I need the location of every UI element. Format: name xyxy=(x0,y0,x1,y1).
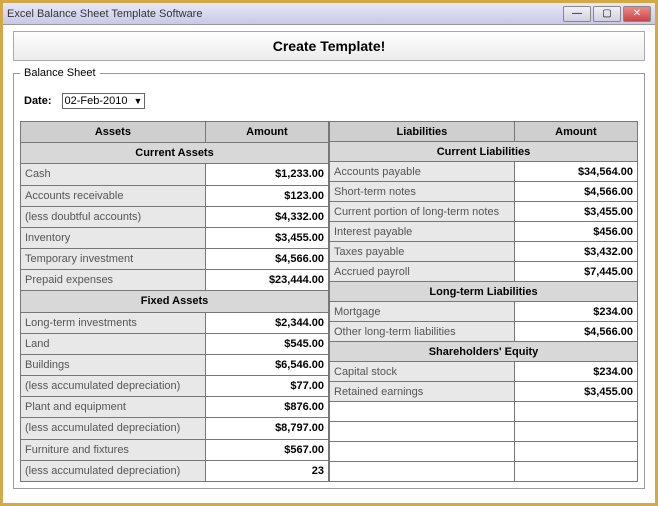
table-row xyxy=(330,422,638,442)
liabilities-header: Liabilities xyxy=(330,122,515,142)
table-row: Inventory$3,455.00 xyxy=(21,227,329,248)
chevron-down-icon: ▼ xyxy=(134,96,143,106)
table-row: Mortgage$234.00 xyxy=(330,302,638,322)
amount-header: Amount xyxy=(205,122,328,143)
table-row: Taxes payable$3,432.00 xyxy=(330,242,638,262)
table-row: Accounts receivable$123.00 xyxy=(21,185,329,206)
assets-header: Assets xyxy=(21,122,206,143)
window-title: Excel Balance Sheet Template Software xyxy=(7,8,202,20)
date-value: 02-Feb-2010 xyxy=(65,95,128,107)
date-label: Date: xyxy=(24,95,52,107)
table-row: Prepaid expenses$23,444.00 xyxy=(21,270,329,291)
table-row: Land$545.00 xyxy=(21,333,329,354)
table-row: Capital stock$234.00 xyxy=(330,362,638,382)
balance-sheet-fieldset: Balance Sheet Date: 02-Feb-2010 ▼ Assets… xyxy=(13,67,645,489)
table-row: Interest payable$456.00 xyxy=(330,222,638,242)
table-row: (less accumulated depreciation)$77.00 xyxy=(21,376,329,397)
table-row: Plant and equipment$876.00 xyxy=(21,397,329,418)
fixed-assets-header: Fixed Assets xyxy=(21,291,329,312)
table-row: Retained earnings$3,455.00 xyxy=(330,382,638,402)
table-row: Buildings$6,546.00 xyxy=(21,354,329,375)
table-row xyxy=(330,402,638,422)
content-area: Create Template! Balance Sheet Date: 02-… xyxy=(3,25,655,499)
table-row: Other long-term liabilities$4,566.00 xyxy=(330,322,638,342)
shareholders-equity-header: Shareholders' Equity xyxy=(330,342,638,362)
liabilities-table: Liabilities Amount Current Liabilities A… xyxy=(329,121,638,482)
table-row: Cash$1,233.00 xyxy=(21,164,329,185)
create-template-button[interactable]: Create Template! xyxy=(13,31,645,61)
table-row: Furniture and fixtures$567.00 xyxy=(21,439,329,460)
titlebar: Excel Balance Sheet Template Software — … xyxy=(3,3,655,25)
window-controls: — ▢ ✕ xyxy=(563,6,651,22)
tables-container: Assets Amount Current Assets Cash$1,233.… xyxy=(20,121,638,482)
minimize-button[interactable]: — xyxy=(563,6,591,22)
table-row: (less accumulated depreciation)$8,797.00 xyxy=(21,418,329,439)
close-button[interactable]: ✕ xyxy=(623,6,651,22)
date-dropdown[interactable]: 02-Feb-2010 ▼ xyxy=(62,93,146,109)
assets-table: Assets Amount Current Assets Cash$1,233.… xyxy=(20,121,329,482)
table-row: Accrued payroll$7,445.00 xyxy=(330,262,638,282)
date-row: Date: 02-Feb-2010 ▼ xyxy=(24,93,634,109)
table-row: Current portion of long-term notes$3,455… xyxy=(330,202,638,222)
table-row xyxy=(330,462,638,482)
table-row: Long-term investments$2,344.00 xyxy=(21,312,329,333)
table-row: Accounts payable$34,564.00 xyxy=(330,162,638,182)
table-row: (less accumulated depreciation)23 xyxy=(21,460,329,481)
table-row: Temporary investment$4,566.00 xyxy=(21,249,329,270)
table-row: (less doubtful accounts)$4,332.00 xyxy=(21,206,329,227)
long-term-liabilities-header: Long-term Liabilities xyxy=(330,282,638,302)
table-row: Short-term notes$4,566.00 xyxy=(330,182,638,202)
current-assets-header: Current Assets xyxy=(21,143,329,164)
app-window: Excel Balance Sheet Template Software — … xyxy=(0,0,658,506)
fieldset-legend: Balance Sheet xyxy=(20,67,100,79)
amount-header: Amount xyxy=(514,122,637,142)
table-row xyxy=(330,442,638,462)
maximize-button[interactable]: ▢ xyxy=(593,6,621,22)
current-liabilities-header: Current Liabilities xyxy=(330,142,638,162)
